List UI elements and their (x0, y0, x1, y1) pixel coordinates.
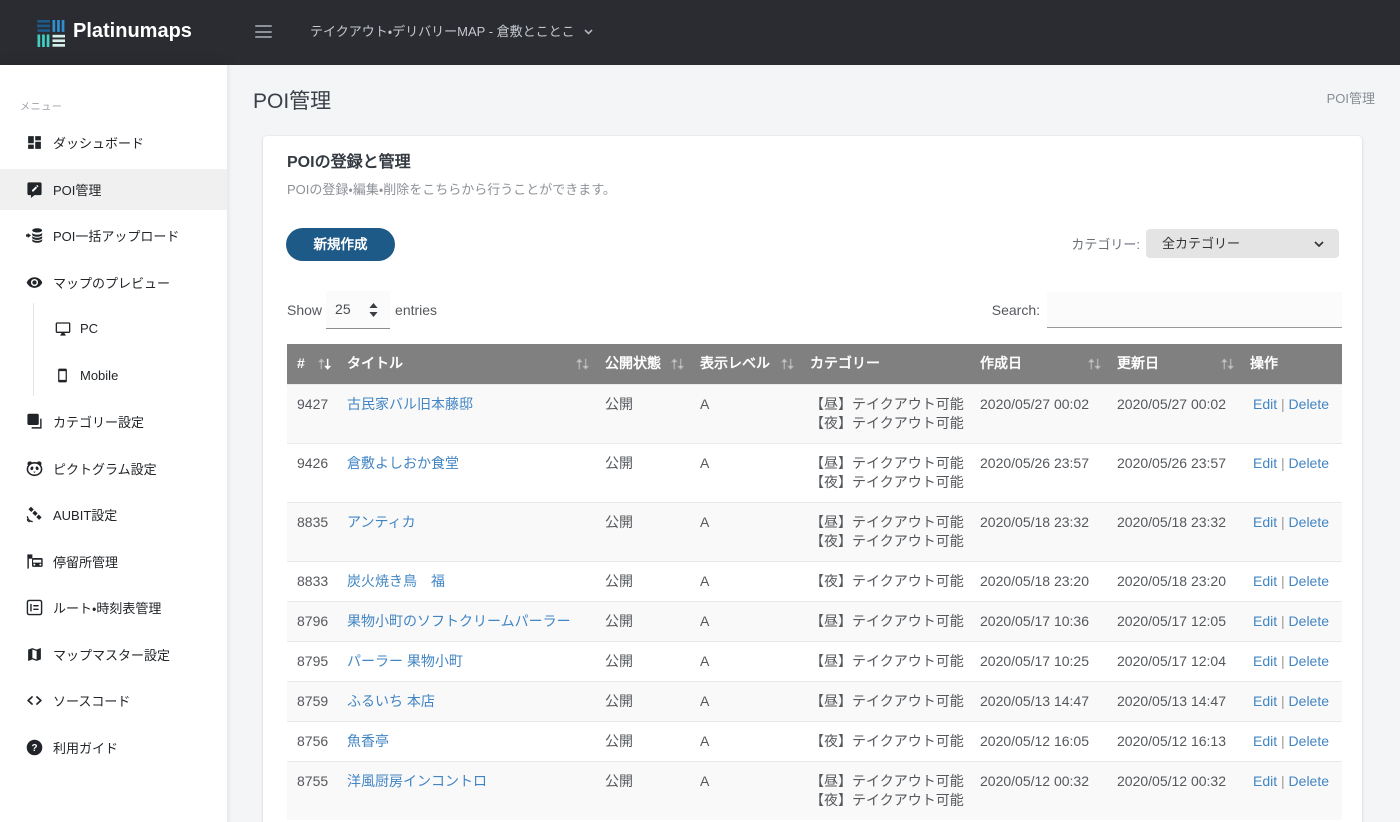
svg-text:?: ? (31, 743, 37, 754)
